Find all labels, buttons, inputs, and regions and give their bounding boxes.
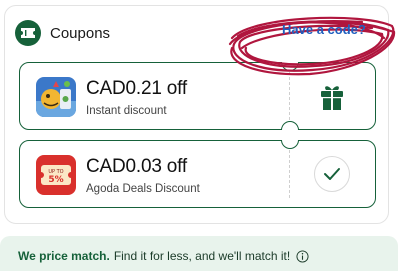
have-a-code-link[interactable]: Have a code? [282,22,366,37]
check-icon [324,168,340,180]
coupon-thumbnail [36,77,76,117]
ticket-icon [15,20,41,46]
coupon-notch [281,121,299,130]
coupon-amount: CAD0.03 off [86,156,187,177]
coupons-header: Coupons [15,20,110,46]
coupons-panel: Coupons CAD0.21 off Instant discount UP … [4,5,389,224]
coupon-divider [289,150,290,198]
coupon-notch [281,62,299,71]
coupon-divider [289,72,290,120]
price-match-text: Find it for less, and we'll match it! [113,249,291,263]
gift-icon[interactable] [316,81,348,113]
coupon-amount: CAD0.21 off [86,78,187,99]
coupon-card[interactable]: UP TO 5% CAD0.03 off Agoda Deals Discoun… [19,140,376,208]
info-icon[interactable] [296,249,309,263]
apply-toggle[interactable] [314,156,350,192]
price-match-banner: We price match. Find it for less, and we… [0,236,398,271]
price-match-heading: We price match. [18,249,110,263]
coupon-description: Instant discount [86,105,167,117]
coupon-card[interactable]: CAD0.21 off Instant discount [19,62,376,130]
svg-text:5%: 5% [48,175,63,185]
coupon-description: Agoda Deals Discount [86,183,200,195]
coupons-title: Coupons [50,24,111,42]
coupon-thumbnail: UP TO 5% [36,155,76,195]
coupon-notch [281,140,299,149]
